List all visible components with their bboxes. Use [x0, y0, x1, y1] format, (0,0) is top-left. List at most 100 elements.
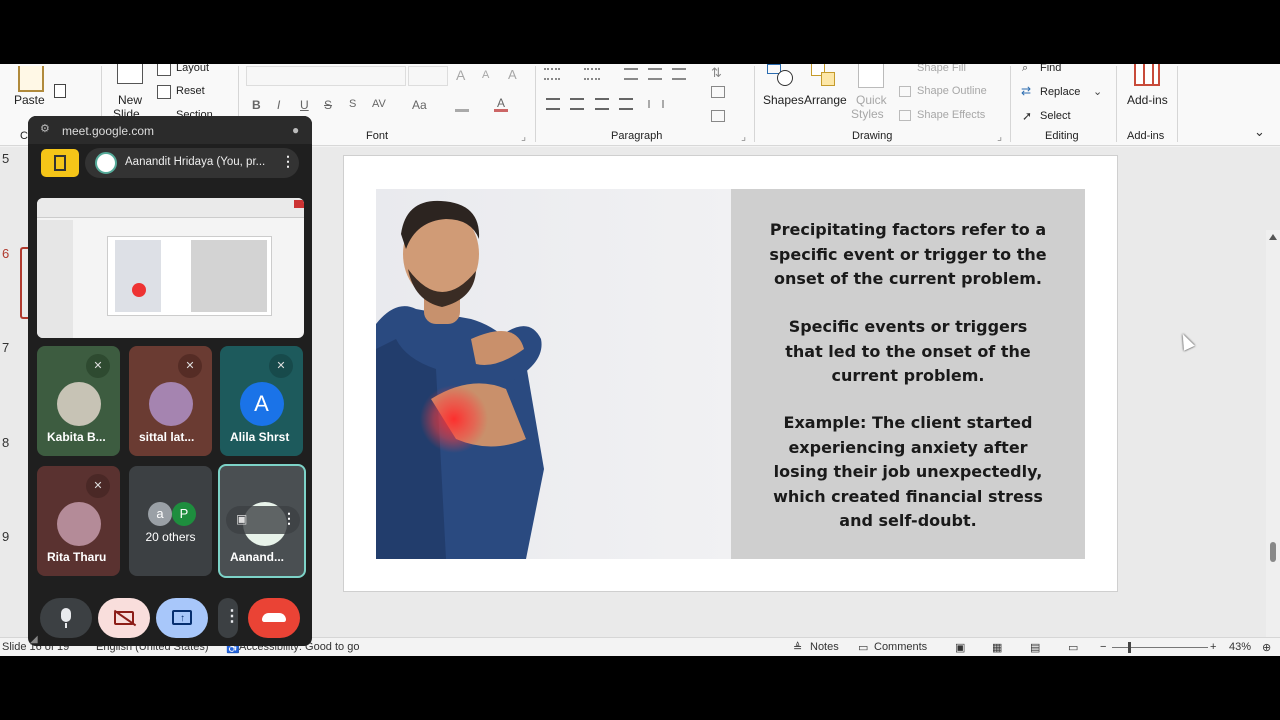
mic-button[interactable]: [40, 598, 92, 638]
slide-sorter-icon[interactable]: ▦: [992, 641, 1002, 654]
paste-icon[interactable]: [18, 66, 44, 92]
justify-icon[interactable]: [619, 98, 633, 110]
zoom-level[interactable]: 43%: [1229, 641, 1251, 653]
arrange-icon[interactable]: [811, 64, 839, 88]
quick-styles-button[interactable]: Quick: [856, 93, 887, 107]
find-button[interactable]: Find: [1040, 64, 1061, 74]
font-size-box[interactable]: [408, 66, 448, 86]
grow-font-button[interactable]: A: [456, 67, 465, 83]
presenter-more-icon[interactable]: ⋮: [281, 153, 295, 170]
shadow-icon[interactable]: S: [349, 98, 356, 110]
leave-call-button[interactable]: [248, 598, 300, 638]
participant-tile[interactable]: ✕ sittal lat...: [129, 346, 212, 456]
new-slide-button[interactable]: New: [118, 93, 142, 107]
self-tile-controls[interactable]: ▣ ⋮: [226, 506, 300, 534]
presenter-chip[interactable]: Aanandit Hridaya (You, pr... ⋮: [85, 148, 299, 178]
decrease-indent-icon[interactable]: [624, 68, 638, 80]
increase-indent-icon[interactable]: [648, 68, 662, 80]
participant-tile[interactable]: ✕ Rita Tharu: [37, 466, 120, 576]
text-direction-icon[interactable]: ⇅: [711, 66, 725, 80]
bullets-icon[interactable]: [544, 68, 560, 80]
select-button[interactable]: Select: [1040, 110, 1071, 122]
meet-pip-window[interactable]: ⚙ meet.google.com ● Aanandit Hridaya (Yo…: [28, 116, 312, 646]
align-left-icon[interactable]: [546, 98, 560, 110]
layout-button[interactable]: Layout: [176, 64, 209, 74]
underline-button[interactable]: U: [300, 98, 309, 112]
line-spacing-icon[interactable]: [672, 68, 686, 80]
scroll-thumb[interactable]: [1270, 542, 1276, 562]
zoom-slider[interactable]: [1112, 642, 1208, 653]
shapes-icon[interactable]: [767, 64, 795, 86]
others-avatar-a: a: [148, 502, 172, 526]
muted-mic-icon: ✕: [178, 354, 202, 378]
smartart-icon[interactable]: [711, 110, 725, 122]
notes-button[interactable]: Notes: [810, 641, 839, 653]
copy-icon[interactable]: [54, 84, 66, 98]
fit-slide-icon[interactable]: ⊕: [1262, 641, 1271, 654]
slide-text-box[interactable]: Precipitating factors refer to a specifi…: [731, 189, 1085, 559]
shape-outline-button[interactable]: Shape Outline: [917, 85, 987, 97]
site-settings-icon[interactable]: ⚙: [40, 122, 50, 135]
align-center-icon[interactable]: [570, 98, 584, 110]
columns-icon[interactable]: [648, 100, 664, 108]
clear-format-icon[interactable]: A: [508, 67, 517, 82]
italic-button[interactable]: I: [277, 98, 280, 112]
align-right-icon[interactable]: [595, 98, 609, 110]
numbering-icon[interactable]: [584, 68, 600, 80]
quick-styles-icon[interactable]: [858, 64, 884, 88]
hang-up-icon: [262, 613, 286, 622]
current-slide[interactable]: Precipitating factors refer to a specifi…: [343, 155, 1118, 592]
replace-dropdown-icon[interactable]: ⌄: [1093, 85, 1102, 98]
frame-icon[interactable]: ▣: [236, 512, 247, 526]
zoom-in-icon[interactable]: +: [1210, 641, 1216, 653]
slideshow-icon[interactable]: ▭: [1068, 641, 1078, 654]
change-case-button[interactable]: Aa: [412, 98, 427, 112]
addins-button[interactable]: Add-ins: [1127, 93, 1168, 107]
arrange-button[interactable]: Arrange: [804, 93, 847, 107]
participant-tile[interactable]: ✕ Kabita B...: [37, 346, 120, 456]
collapse-ribbon-icon[interactable]: ⌄: [1254, 124, 1265, 140]
comments-button[interactable]: Comments: [874, 641, 927, 653]
others-tile[interactable]: a P 20 others: [129, 466, 212, 576]
quick-styles-button-line2[interactable]: Styles: [851, 107, 884, 121]
strikethrough-button[interactable]: S: [324, 98, 332, 112]
vertical-scrollbar[interactable]: ⏶ ⏷: [1266, 230, 1280, 656]
events-line-1: Specific events or triggers: [788, 317, 1028, 336]
reset-button[interactable]: Reset: [176, 85, 205, 97]
zoom-slider-thumb[interactable]: [1128, 642, 1131, 653]
highlight-icon[interactable]: [455, 100, 469, 112]
shapes-button[interactable]: Shapes: [763, 93, 804, 107]
thumb-selected-frame[interactable]: [20, 247, 28, 319]
font-dialog-launcher[interactable]: ⌟: [521, 130, 526, 143]
font-color-icon[interactable]: A: [494, 97, 508, 112]
camera-off-button[interactable]: [98, 598, 150, 638]
presenter-name: Aanandit Hridaya (You, pr...: [125, 156, 266, 168]
drawing-dialog-launcher[interactable]: ⌟: [997, 130, 1002, 143]
present-button[interactable]: ↑: [156, 598, 208, 638]
normal-view-icon[interactable]: ▣: [955, 641, 965, 654]
shape-fill-button[interactable]: Shape Fill: [917, 64, 966, 74]
notes-icon: ≜: [793, 642, 803, 654]
paste-button[interactable]: Paste: [14, 93, 45, 107]
leave-pip-button[interactable]: [41, 149, 79, 177]
zoom-out-icon[interactable]: −: [1100, 641, 1106, 653]
self-tile[interactable]: ▣ ⋮ Aanand...: [218, 464, 306, 578]
addins-icon[interactable]: [1134, 64, 1160, 86]
bold-button[interactable]: B: [252, 98, 261, 112]
shape-effects-button[interactable]: Shape Effects: [917, 109, 985, 121]
paragraph-dialog-launcher[interactable]: ⌟: [741, 130, 746, 143]
participant-tile[interactable]: A ✕ Alila Shrst: [220, 346, 303, 456]
scroll-up-icon[interactable]: [1269, 234, 1277, 240]
more-options-button[interactable]: ⋮: [218, 598, 240, 638]
self-more-icon[interactable]: ⋮: [282, 510, 296, 527]
definition-line-2: specific event or trigger to the: [769, 244, 1047, 264]
font-name-box[interactable]: [246, 66, 406, 86]
new-slide-icon[interactable]: [117, 64, 143, 84]
example-line-1: Example: The client started: [783, 413, 1033, 432]
align-text-icon[interactable]: [711, 86, 725, 98]
reading-view-icon[interactable]: ▤: [1030, 641, 1040, 654]
resize-handle-icon[interactable]: ◢: [30, 634, 38, 645]
replace-button[interactable]: Replace: [1040, 86, 1080, 98]
char-spacing-button[interactable]: AV: [372, 98, 386, 110]
shrink-font-button[interactable]: A: [482, 69, 489, 81]
